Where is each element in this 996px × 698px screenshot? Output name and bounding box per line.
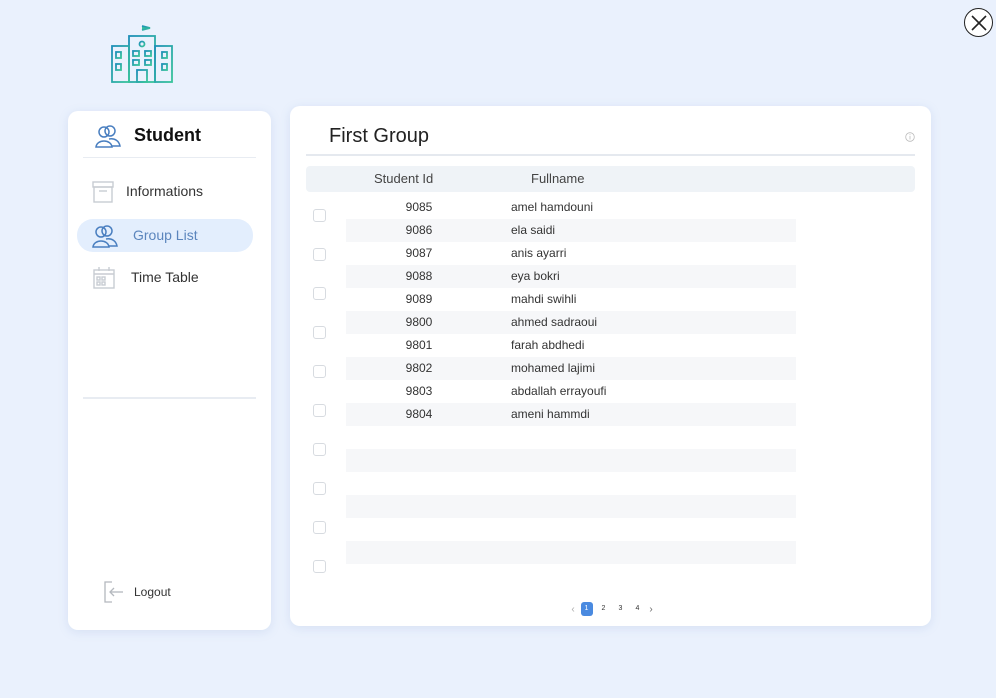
sidebar-item-group-list[interactable]: Group List [77, 219, 253, 252]
row-checkbox[interactable] [313, 443, 326, 456]
student-id-cell: 9800 [405, 315, 433, 329]
row-checkbox[interactable] [313, 326, 326, 339]
student-id-cell: 9803 [405, 384, 433, 398]
sidebar: Student Informations Group List Time Tab… [68, 111, 271, 630]
logout-label: Logout [134, 585, 171, 599]
fullname-cell: mohamed lajimi [511, 361, 596, 375]
row-checkbox[interactable] [313, 560, 326, 573]
page-3-button[interactable]: 3 [615, 602, 627, 616]
empty-row [346, 541, 796, 564]
fullname-cell: amel hamdouni [511, 200, 594, 214]
archive-icon [92, 181, 114, 203]
student-id-cell: 9802 [405, 361, 433, 375]
title-divider [306, 154, 915, 156]
page-2-button[interactable]: 2 [598, 602, 610, 616]
users-icon [95, 125, 121, 148]
row-checkbox[interactable] [313, 209, 326, 222]
empty-row [346, 426, 796, 449]
row-checkbox[interactable] [313, 287, 326, 300]
empty-row [346, 449, 796, 472]
empty-row [346, 495, 796, 518]
row-checkbox[interactable] [313, 521, 326, 534]
row-checkbox[interactable] [313, 482, 326, 495]
empty-row [346, 472, 796, 495]
page-title: First Group [329, 125, 430, 147]
info-icon[interactable] [905, 132, 915, 142]
sidebar-item-label: Time Table [131, 269, 199, 285]
sidebar-item-informations[interactable]: Informations [77, 175, 253, 208]
chevron-left-icon[interactable]: ‹ [568, 604, 578, 615]
student-id-cell: 9804 [405, 407, 433, 421]
sidebar-divider [83, 397, 256, 399]
fullname-cell: anis ayarri [511, 246, 567, 260]
student-id-cell: 9086 [405, 223, 433, 237]
table-row[interactable]: 9086 ela saidi [346, 219, 796, 242]
page-1-button[interactable]: 1 [580, 602, 593, 616]
column-header-student-id: Student Id [374, 171, 434, 186]
row-checkbox[interactable] [313, 248, 326, 261]
sidebar-item-label: Group List [133, 227, 198, 243]
table-row[interactable]: 9802 mohamed lajimi [346, 357, 796, 380]
sidebar-header: Student [83, 121, 256, 158]
table-row[interactable]: 9800 ahmed sadraoui [346, 311, 796, 334]
fullname-cell: eya bokri [511, 269, 560, 283]
close-button[interactable] [964, 8, 993, 37]
student-id-cell: 9088 [405, 269, 433, 283]
close-icon [970, 14, 987, 31]
table-header: Student Id Fullname [306, 166, 915, 192]
fullname-cell: ela saidi [511, 223, 556, 237]
table-row[interactable]: 9087 anis ayarri [346, 242, 796, 265]
group-panel: First Group Student Id Fullname 9085 amel… [290, 106, 931, 626]
calendar-icon [93, 267, 115, 289]
row-checkbox[interactable] [313, 365, 326, 378]
student-id-cell: 9085 [405, 200, 433, 214]
row-checkbox[interactable] [313, 404, 326, 417]
users-icon [92, 225, 118, 248]
sidebar-item-time-table[interactable]: Time Table [77, 261, 253, 294]
table-row[interactable]: 9089 mahdi swihli [346, 288, 796, 311]
student-id-cell: 9089 [405, 292, 433, 306]
empty-row [346, 518, 796, 541]
fullname-cell: abdallah errayoufi [511, 384, 607, 398]
fullname-cell: ameni hammdi [511, 407, 590, 421]
fullname-cell: ahmed sadraoui [511, 315, 598, 329]
fullname-cell: farah abdhedi [511, 338, 585, 352]
school-building-icon [111, 25, 173, 83]
chevron-right-icon[interactable]: › [646, 604, 656, 615]
table-row[interactable]: 9085 amel hamdouni [346, 196, 796, 219]
logout-icon [104, 581, 123, 603]
table-row[interactable]: 9804 ameni hammdi [346, 403, 796, 426]
page-4-button[interactable]: 4 [632, 602, 644, 616]
student-id-cell: 9087 [405, 246, 433, 260]
sidebar-item-label: Informations [126, 183, 204, 199]
student-id-cell: 9801 [405, 338, 433, 352]
table-row[interactable]: 9803 abdallah errayoufi [346, 380, 796, 403]
table-row[interactable]: 9088 eya bokri [346, 265, 796, 288]
table-row[interactable]: 9801 farah abdhedi [346, 334, 796, 357]
pagination: ‹ 1 2 3 4 › [568, 602, 656, 616]
logout-button[interactable]: Logout [103, 580, 193, 606]
column-header-fullname: Fullname [531, 171, 585, 186]
fullname-cell: mahdi swihli [511, 292, 577, 306]
sidebar-title: Student [134, 125, 201, 145]
